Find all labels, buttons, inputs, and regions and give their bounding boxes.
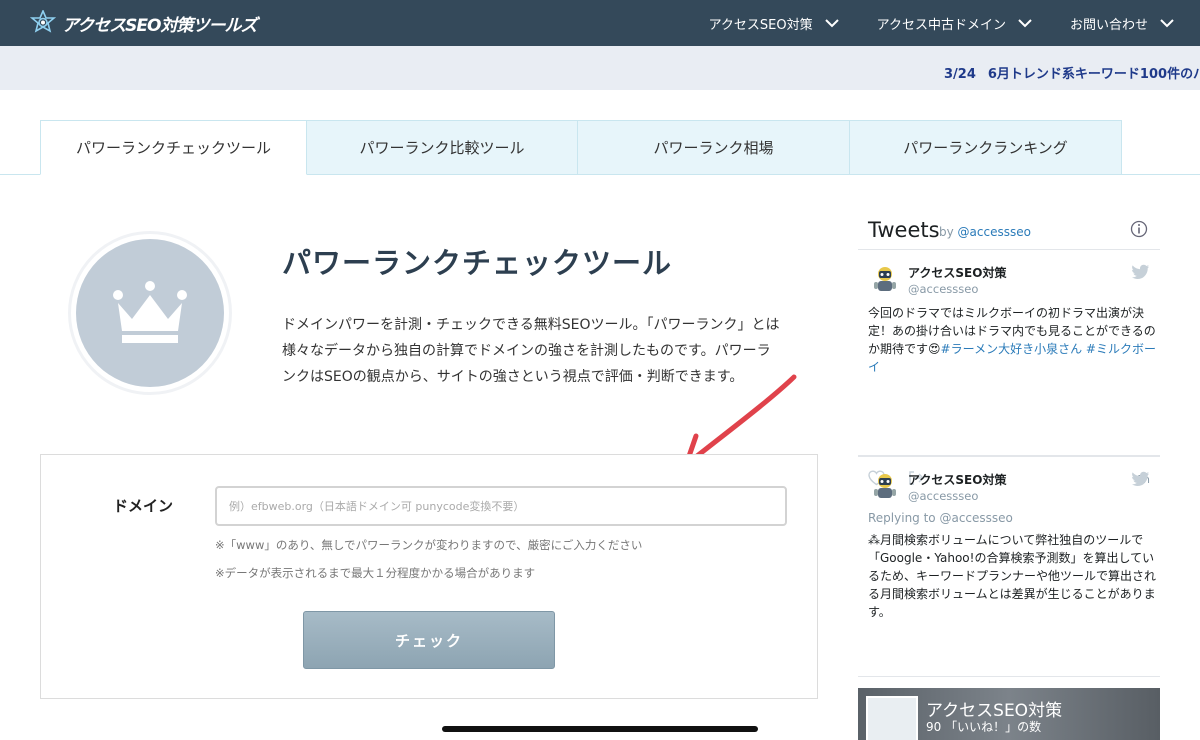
facebook-thumbnail — [866, 696, 918, 740]
news-text: 6月トレンド系キーワード100件のパワ — [987, 67, 1200, 82]
crown-emblem — [68, 231, 232, 395]
chevron-down-icon — [824, 19, 839, 28]
tweets-header: Tweets by @accessseo — [858, 206, 1160, 250]
twitter-bird-icon[interactable] — [1132, 264, 1150, 280]
tab-powerrank-market[interactable]: パワーランク相場 — [578, 120, 850, 175]
tweets-handle-link[interactable]: @accessseo — [958, 225, 1031, 239]
domain-label: ドメイン — [113, 497, 174, 515]
logo-text: アクセスSEO対策ツールズ — [62, 15, 257, 36]
page-title: パワーランクチェックツール — [282, 246, 673, 280]
chevron-down-icon — [1160, 19, 1174, 28]
avatar-robot-icon — [874, 474, 896, 498]
wait-note: ※データが表示されるまで最大１分程度かかる場合があります — [215, 566, 536, 580]
tab-powerrank-check[interactable]: パワーランクチェックツール — [40, 120, 307, 175]
crown-circle — [76, 239, 224, 387]
tweet-text: 今回のドラマではミルクボーイの初ドラマ出演が決定！あの掛け合いはドラマ内でも見る… — [868, 304, 1156, 376]
top-header: アクセスSEO対策ツールズ アクセスSEO対策 アクセス中古ドメイン お問い合わ… — [0, 0, 1200, 46]
site-logo[interactable]: アクセスSEO対策ツールズ — [30, 10, 257, 36]
nav-label: アクセスSEO対策 — [708, 17, 813, 33]
nav-item-domain[interactable]: アクセス中古ドメイン — [877, 14, 1032, 33]
hashtag-link[interactable]: #ラーメン大好き小泉さん — [941, 342, 1083, 356]
tweet-author-name[interactable]: アクセスSEO対策 — [908, 471, 1006, 488]
check-button[interactable]: チェック — [303, 611, 555, 669]
tab-powerrank-compare[interactable]: パワーランク比較ツール — [307, 120, 578, 175]
nav-item-seo[interactable]: アクセスSEO対策 — [709, 14, 839, 33]
info-icon[interactable] — [1130, 220, 1148, 238]
tweet-item[interactable]: アクセスSEO対策 @accessseo Replying to @access… — [858, 457, 1160, 667]
news-item[interactable]: 3/24 6月トレンド系キーワード100件のパワ — [944, 63, 1200, 82]
avatar-robot-icon — [874, 267, 896, 291]
tweet-author-name[interactable]: アクセスSEO対策 — [908, 264, 1006, 281]
tab-powerrank-ranking[interactable]: パワーランクランキング — [850, 120, 1122, 175]
tweet-author-handle[interactable]: @accessseo — [908, 282, 978, 296]
home-indicator — [442, 726, 758, 732]
www-note: ※「www」のあり、無しでパワーランクが変わりますので、厳密にご入力ください — [215, 538, 643, 552]
news-ticker: 3/24 6月トレンド系キーワード100件のパワ — [0, 46, 1200, 90]
tweets-title: Tweets — [868, 218, 940, 242]
tweet-text: ⁂月間検索ボリュームについて弊社独自のツールで「Google・Yahoo!の合算… — [868, 533, 1157, 619]
logo-icon — [30, 10, 56, 33]
nav-label: アクセス中古ドメイン — [876, 17, 1006, 33]
tweets-by-label: by — [939, 225, 954, 239]
header-nav: アクセスSEO対策 アクセス中古ドメイン お問い合わせ — [709, 0, 1200, 46]
tweet-item[interactable]: アクセスSEO対策 @accessseo 今回のドラマではミルクボーイの初ドラマ… — [858, 250, 1160, 486]
chevron-down-icon — [1018, 19, 1032, 28]
news-date: 3/24 — [944, 67, 976, 82]
crown-icon — [113, 281, 187, 343]
tweet-divider — [858, 676, 1160, 677]
tool-tabs: パワーランクチェックツール パワーランク比較ツール パワーランク相場 パワーラン… — [40, 120, 1122, 175]
domain-input[interactable] — [215, 486, 787, 526]
nav-item-contact[interactable]: お問い合わせ — [1070, 14, 1174, 33]
facebook-page-widget[interactable]: アクセスSEO対策 90 「いいね！」の数 — [858, 688, 1160, 740]
tweet-author-handle[interactable]: @accessseo — [908, 489, 978, 503]
twitter-bird-icon[interactable] — [1132, 471, 1150, 487]
domain-check-form: ドメイン ※「www」のあり、無しでパワーランクが変わりますので、厳密にご入力く… — [40, 454, 818, 699]
facebook-likes: 90 「いいね！」の数 — [926, 720, 1042, 734]
tweets-by: by @accessseo — [939, 225, 1031, 239]
tweet-reply-to[interactable]: Replying to @accessseo — [868, 511, 1013, 525]
nav-label: お問い合わせ — [1069, 17, 1148, 33]
